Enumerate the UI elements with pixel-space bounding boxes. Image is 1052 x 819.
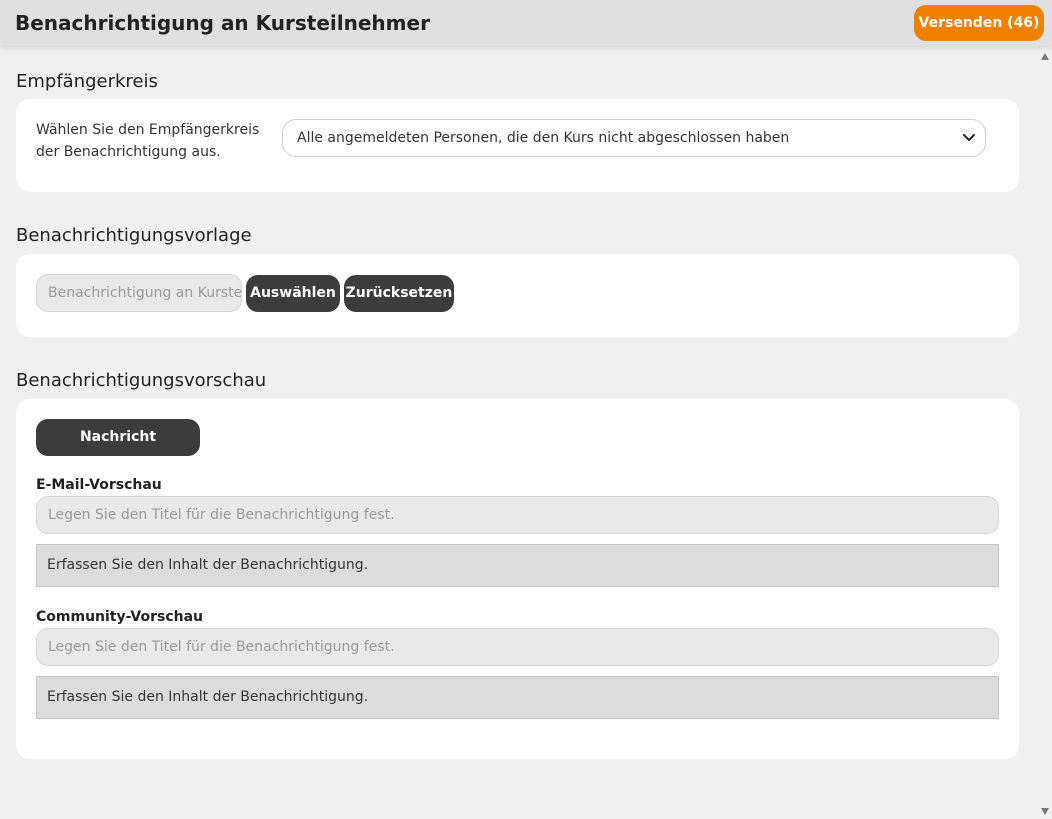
chevron-down-icon xyxy=(963,134,975,141)
email-title-placeholder: Legen Sie den Titel für die Benachrichti… xyxy=(48,507,395,523)
select-template-button[interactable]: Auswählen xyxy=(246,275,340,312)
email-content-box[interactable]: Erfassen Sie den Inhalt der Benachrichti… xyxy=(36,544,999,587)
vertical-scrollbar[interactable] xyxy=(1039,46,1052,819)
top-bar: Benachrichtigung an Kursteilnehmer Verse… xyxy=(0,0,1052,46)
preview-card: Nachricht bearbeiten E-Mail-Vorschau Leg… xyxy=(16,399,1019,759)
page-title: Benachrichtigung an Kursteilnehmer xyxy=(15,11,430,35)
template-section-title: Benachrichtigungsvorlage xyxy=(16,225,252,246)
community-preview-label: Community-Vorschau xyxy=(36,609,204,625)
recipients-section-title: Empfängerkreis xyxy=(16,71,158,92)
edit-message-button[interactable]: Nachricht bearbeiten xyxy=(36,419,200,482)
reset-template-button[interactable]: Zurücksetzen xyxy=(344,275,454,312)
template-card: Benachrichtigung an Kursteilnehmer Auswä… xyxy=(16,254,1019,337)
template-name-value: Benachrichtigung an Kursteilnehmer xyxy=(48,285,242,301)
email-preview-label: E-Mail-Vorschau xyxy=(36,477,162,493)
template-name-input[interactable]: Benachrichtigung an Kursteilnehmer xyxy=(36,274,242,312)
preview-section-title: Benachrichtigungsvorschau xyxy=(16,370,267,391)
recipients-card: Wählen Sie den Empfängerkreis der Benach… xyxy=(16,99,1019,192)
email-title-input[interactable]: Legen Sie den Titel für die Benachrichti… xyxy=(36,496,999,534)
email-content-text: Erfassen Sie den Inhalt der Benachrichti… xyxy=(47,557,369,573)
community-content-text: Erfassen Sie den Inhalt der Benachrichti… xyxy=(47,689,369,705)
community-content-box[interactable]: Erfassen Sie den Inhalt der Benachrichti… xyxy=(36,676,999,719)
community-title-input[interactable]: Legen Sie den Titel für die Benachrichti… xyxy=(36,628,999,666)
send-button[interactable]: Versenden (46) xyxy=(914,5,1044,41)
recipients-selected-value: Alle angemeldeten Personen, die den Kurs… xyxy=(297,130,790,146)
recipients-select[interactable]: Alle angemeldeten Personen, die den Kurs… xyxy=(282,119,986,157)
scroll-up-arrow-icon[interactable] xyxy=(1041,53,1049,60)
scroll-down-arrow-icon[interactable] xyxy=(1041,808,1049,815)
recipients-description: Wählen Sie den Empfängerkreis der Benach… xyxy=(36,122,260,160)
community-title-placeholder: Legen Sie den Titel für die Benachrichti… xyxy=(48,639,395,655)
